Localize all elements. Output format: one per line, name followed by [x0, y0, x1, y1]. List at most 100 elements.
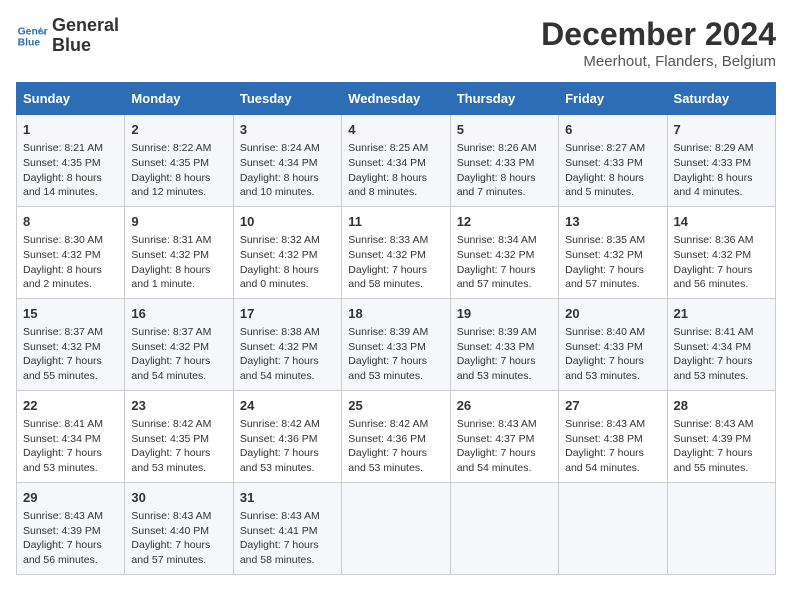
day-info: Sunrise: 8:41 AM Sunset: 4:34 PM Dayligh… [674, 325, 769, 384]
header-tuesday: Tuesday [233, 83, 341, 115]
week-row-4: 29 Sunrise: 8:43 AM Sunset: 4:39 PM Dayli… [17, 482, 776, 574]
day-info: Sunrise: 8:39 AM Sunset: 4:33 PM Dayligh… [457, 325, 552, 384]
logo-icon: General Blue [16, 20, 48, 52]
day-number: 7 [674, 121, 769, 139]
day-number: 6 [565, 121, 660, 139]
header-thursday: Thursday [450, 83, 558, 115]
day-number: 8 [23, 213, 118, 231]
calendar-cell: 7 Sunrise: 8:29 AM Sunset: 4:33 PM Daylig… [667, 115, 775, 207]
day-info: Sunrise: 8:43 AM Sunset: 4:39 PM Dayligh… [23, 509, 118, 568]
day-number: 31 [240, 489, 335, 507]
calendar-cell: 1 Sunrise: 8:21 AM Sunset: 4:35 PM Daylig… [17, 115, 125, 207]
day-info: Sunrise: 8:26 AM Sunset: 4:33 PM Dayligh… [457, 141, 552, 200]
day-number: 11 [348, 213, 443, 231]
day-number: 26 [457, 397, 552, 415]
day-info: Sunrise: 8:24 AM Sunset: 4:34 PM Dayligh… [240, 141, 335, 200]
calendar-cell [450, 482, 558, 574]
day-number: 12 [457, 213, 552, 231]
svg-text:Blue: Blue [18, 37, 41, 48]
day-number: 23 [131, 397, 226, 415]
header-monday: Monday [125, 83, 233, 115]
day-info: Sunrise: 8:29 AM Sunset: 4:33 PM Dayligh… [674, 141, 769, 200]
day-number: 3 [240, 121, 335, 139]
calendar-body: 1 Sunrise: 8:21 AM Sunset: 4:35 PM Daylig… [17, 115, 776, 575]
day-number: 10 [240, 213, 335, 231]
calendar-cell: 6 Sunrise: 8:27 AM Sunset: 4:33 PM Daylig… [559, 115, 667, 207]
day-info: Sunrise: 8:38 AM Sunset: 4:32 PM Dayligh… [240, 325, 335, 384]
day-info: Sunrise: 8:40 AM Sunset: 4:33 PM Dayligh… [565, 325, 660, 384]
week-row-1: 8Sunrise: 8:30 AM Sunset: 4:32 PM Daylig… [17, 206, 776, 298]
calendar-cell: 11 Sunrise: 8:33 AM Sunset: 4:32 PM Dayli… [342, 206, 450, 298]
calendar-table: Sunday Monday Tuesday Wednesday Thursday… [16, 82, 776, 575]
title-area: December 2024 Meerhout, Flanders, Belgiu… [541, 16, 776, 70]
day-info: Sunrise: 8:21 AM Sunset: 4:35 PM Dayligh… [23, 141, 118, 200]
day-number: 5 [457, 121, 552, 139]
day-info: Sunrise: 8:25 AM Sunset: 4:34 PM Dayligh… [348, 141, 443, 200]
day-number: 20 [565, 305, 660, 323]
subtitle: Meerhout, Flanders, Belgium [541, 53, 776, 70]
day-number: 13 [565, 213, 660, 231]
calendar-cell: 23 Sunrise: 8:42 AM Sunset: 4:35 PM Dayli… [125, 390, 233, 482]
day-number: 24 [240, 397, 335, 415]
day-info: Sunrise: 8:32 AM Sunset: 4:32 PM Dayligh… [240, 233, 335, 292]
day-number: 27 [565, 397, 660, 415]
day-info: Sunrise: 8:42 AM Sunset: 4:36 PM Dayligh… [240, 417, 335, 476]
calendar-cell [342, 482, 450, 574]
header-wednesday: Wednesday [342, 83, 450, 115]
header: General Blue General Blue December 2024 … [16, 16, 776, 70]
day-number: 22 [23, 397, 118, 415]
calendar-cell: 24 Sunrise: 8:42 AM Sunset: 4:36 PM Dayli… [233, 390, 341, 482]
calendar-cell [667, 482, 775, 574]
calendar-cell: 26 Sunrise: 8:43 AM Sunset: 4:37 PM Dayli… [450, 390, 558, 482]
calendar-cell: 19Sunrise: 8:39 AM Sunset: 4:33 PM Dayli… [450, 298, 558, 390]
header-friday: Friday [559, 83, 667, 115]
day-info: Sunrise: 8:43 AM Sunset: 4:38 PM Dayligh… [565, 417, 660, 476]
main-title: December 2024 [541, 16, 776, 53]
day-info: Sunrise: 8:31 AM Sunset: 4:32 PM Dayligh… [131, 233, 226, 292]
calendar-cell: 22Sunrise: 8:41 AM Sunset: 4:34 PM Dayli… [17, 390, 125, 482]
day-info: Sunrise: 8:43 AM Sunset: 4:41 PM Dayligh… [240, 509, 335, 568]
calendar-cell: 31 Sunrise: 8:43 AM Sunset: 4:41 PM Dayli… [233, 482, 341, 574]
week-row-3: 22Sunrise: 8:41 AM Sunset: 4:34 PM Dayli… [17, 390, 776, 482]
day-number: 15 [23, 305, 118, 323]
day-number: 4 [348, 121, 443, 139]
day-number: 9 [131, 213, 226, 231]
day-info: Sunrise: 8:22 AM Sunset: 4:35 PM Dayligh… [131, 141, 226, 200]
day-info: Sunrise: 8:39 AM Sunset: 4:33 PM Dayligh… [348, 325, 443, 384]
calendar-cell: 10 Sunrise: 8:32 AM Sunset: 4:32 PM Dayli… [233, 206, 341, 298]
day-number: 21 [674, 305, 769, 323]
calendar-cell: 14 Sunrise: 8:36 AM Sunset: 4:32 PM Dayli… [667, 206, 775, 298]
day-number: 1 [23, 121, 118, 139]
calendar-cell: 12 Sunrise: 8:34 AM Sunset: 4:32 PM Dayli… [450, 206, 558, 298]
day-info: Sunrise: 8:34 AM Sunset: 4:32 PM Dayligh… [457, 233, 552, 292]
day-info: Sunrise: 8:42 AM Sunset: 4:36 PM Dayligh… [348, 417, 443, 476]
day-info: Sunrise: 8:33 AM Sunset: 4:32 PM Dayligh… [348, 233, 443, 292]
day-number: 16 [131, 305, 226, 323]
calendar-cell: 30 Sunrise: 8:43 AM Sunset: 4:40 PM Dayli… [125, 482, 233, 574]
day-number: 2 [131, 121, 226, 139]
day-info: Sunrise: 8:27 AM Sunset: 4:33 PM Dayligh… [565, 141, 660, 200]
day-info: Sunrise: 8:42 AM Sunset: 4:35 PM Dayligh… [131, 417, 226, 476]
calendar-cell: 25 Sunrise: 8:42 AM Sunset: 4:36 PM Dayli… [342, 390, 450, 482]
calendar-cell: 18 Sunrise: 8:39 AM Sunset: 4:33 PM Dayli… [342, 298, 450, 390]
calendar-cell: 8Sunrise: 8:30 AM Sunset: 4:32 PM Daylig… [17, 206, 125, 298]
calendar-header: Sunday Monday Tuesday Wednesday Thursday… [17, 83, 776, 115]
day-number: 18 [348, 305, 443, 323]
day-number: 30 [131, 489, 226, 507]
calendar-cell: 28 Sunrise: 8:43 AM Sunset: 4:39 PM Dayli… [667, 390, 775, 482]
calendar-cell: 20 Sunrise: 8:40 AM Sunset: 4:33 PM Dayli… [559, 298, 667, 390]
day-info: Sunrise: 8:43 AM Sunset: 4:39 PM Dayligh… [674, 417, 769, 476]
day-number: 25 [348, 397, 443, 415]
day-info: Sunrise: 8:43 AM Sunset: 4:37 PM Dayligh… [457, 417, 552, 476]
day-info: Sunrise: 8:36 AM Sunset: 4:32 PM Dayligh… [674, 233, 769, 292]
calendar-cell: 21 Sunrise: 8:41 AM Sunset: 4:34 PM Dayli… [667, 298, 775, 390]
day-info: Sunrise: 8:35 AM Sunset: 4:32 PM Dayligh… [565, 233, 660, 292]
day-number: 14 [674, 213, 769, 231]
day-number: 29 [23, 489, 118, 507]
day-info: Sunrise: 8:37 AM Sunset: 4:32 PM Dayligh… [131, 325, 226, 384]
day-number: 17 [240, 305, 335, 323]
day-number: 28 [674, 397, 769, 415]
calendar-cell: 9 Sunrise: 8:31 AM Sunset: 4:32 PM Daylig… [125, 206, 233, 298]
week-row-0: 1 Sunrise: 8:21 AM Sunset: 4:35 PM Daylig… [17, 115, 776, 207]
day-info: Sunrise: 8:43 AM Sunset: 4:40 PM Dayligh… [131, 509, 226, 568]
